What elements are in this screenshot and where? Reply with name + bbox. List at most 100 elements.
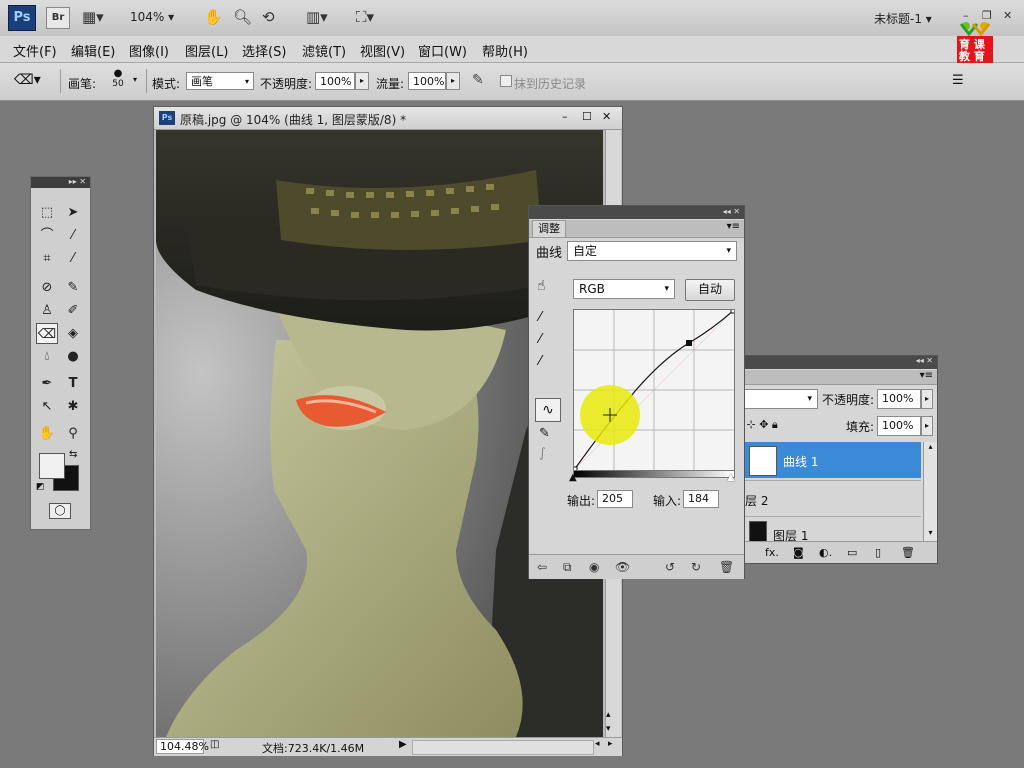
paint-bucket-tool-icon[interactable]: ◈	[62, 323, 84, 344]
flow-field[interactable]: 100%	[408, 72, 446, 90]
return-to-list-icon[interactable]: ⇦	[537, 560, 547, 574]
add-mask-icon[interactable]: ◙	[793, 542, 804, 563]
menu-filter[interactable]: 滤镜(T)	[302, 41, 346, 60]
zoom-tool-icon[interactable]: 🔍︎	[233, 0, 252, 34]
fill-slider-button[interactable]: ▸	[921, 416, 933, 436]
expanded-view-icon[interactable]: ⧉	[563, 560, 572, 575]
brush-tool-icon[interactable]: ✎	[62, 277, 84, 298]
delete-layer-icon[interactable]: 🗑︎	[901, 542, 915, 563]
bridge-button[interactable]: Br	[46, 7, 70, 29]
eyedropper-tool-icon[interactable]: ⁄	[62, 248, 84, 269]
menu-edit[interactable]: 编辑(E)	[71, 41, 115, 60]
menu-view[interactable]: 视图(V)	[360, 41, 405, 60]
smooth-curve-icon[interactable]: ∫	[539, 446, 546, 461]
tab-adjustments[interactable]: 调整	[532, 220, 566, 237]
gray-point-eyedropper-icon[interactable]: ⁄	[539, 332, 541, 347]
status-menu-arrow[interactable]: ▶	[399, 739, 407, 750]
hand-tool-icon[interactable]: ✋	[36, 423, 58, 444]
crop-tool-icon[interactable]: ⌗	[36, 248, 58, 269]
history-brush-tool-icon[interactable]: ✐	[62, 300, 84, 321]
white-point-eyedropper-icon[interactable]: ⁄	[539, 354, 541, 369]
status-zoom-field[interactable]: 104.48%	[156, 739, 209, 754]
new-adjustment-icon[interactable]: ◐.	[819, 542, 832, 563]
path-selection-tool-icon[interactable]: ↖	[36, 396, 58, 417]
layer-style-icon[interactable]: fx.	[765, 542, 779, 563]
doc-maximize-button[interactable]: ☐	[582, 110, 592, 123]
menu-help[interactable]: 帮助(H)	[482, 41, 528, 60]
curves-graph[interactable]	[572, 308, 736, 472]
tools-panel-header[interactable]: ▸▸ ✕	[31, 177, 90, 188]
brush-dropdown-arrow[interactable]: ▾	[133, 75, 137, 84]
adjustments-panel-header[interactable]: ◂◂ ✕	[529, 206, 744, 219]
flow-slider-button[interactable]: ▸	[446, 72, 460, 90]
layers-panel-header[interactable]: ◂◂ ✕	[743, 356, 937, 369]
type-tool-icon[interactable]: T	[62, 373, 84, 394]
fill-field[interactable]: 100%	[877, 416, 921, 436]
eraser-tool-icon[interactable]: ⌫	[36, 323, 58, 344]
curve-point-mode-icon[interactable]: ∿	[535, 398, 561, 422]
reset-icon[interactable]: ↻	[691, 560, 701, 574]
magic-wand-tool-icon[interactable]: ⁄	[62, 225, 84, 246]
lasso-tool-icon[interactable]: ⌒	[36, 225, 58, 246]
doc-minimize-button[interactable]: –	[562, 110, 568, 123]
scroll-right-arrow[interactable]: ▸	[608, 739, 613, 749]
menu-layer[interactable]: 图层(L)	[185, 41, 228, 60]
close-button[interactable]: ✕	[1003, 9, 1012, 22]
screen-layout-icon[interactable]: ⛶▾	[356, 0, 374, 34]
input-field[interactable]: 184	[683, 490, 719, 508]
pencil-mode-icon[interactable]: ✎	[539, 426, 550, 441]
curves-graph-svg[interactable]	[572, 308, 736, 472]
airbrush-icon[interactable]: ✎	[472, 72, 484, 88]
scroll-left-arrow[interactable]: ◂	[595, 739, 600, 749]
menu-select[interactable]: 选择(S)	[242, 41, 286, 60]
delete-adjustment-icon[interactable]: 🗑︎	[719, 560, 734, 574]
panel-menu-icon[interactable]: ☰	[952, 73, 964, 88]
output-field[interactable]: 205	[597, 490, 633, 508]
zoom-level[interactable]: 104% ▾	[130, 10, 174, 24]
layer-opacity-slider-button[interactable]: ▸	[921, 389, 933, 409]
black-point-eyedropper-icon[interactable]: ⁄	[539, 310, 541, 325]
white-slider[interactable]: ▲	[727, 472, 735, 483]
doc-close-button[interactable]: ✕	[602, 110, 611, 123]
eraser-preset-icon[interactable]: ⌫▾	[14, 72, 41, 88]
arrange-documents-icon[interactable]: ▥▾	[306, 0, 328, 34]
layers-scrollbar[interactable]: ▴ ▾	[923, 442, 937, 542]
scroll-up-arrow[interactable]: ▴	[606, 710, 611, 720]
zoom-tool-icon[interactable]: ⚲	[62, 423, 84, 444]
menu-image[interactable]: 图像(I)	[129, 41, 169, 60]
new-group-icon[interactable]: ▭	[847, 542, 857, 563]
visibility-eye-icon[interactable]: 👁︎	[615, 560, 630, 574]
black-slider[interactable]: ▲	[569, 472, 577, 483]
scroll-down-arrow[interactable]: ▾	[606, 724, 611, 734]
healing-brush-tool-icon[interactable]: ⊘	[36, 277, 58, 298]
menu-window[interactable]: 窗口(W)	[418, 41, 467, 60]
default-colors-icon[interactable]: ◩	[36, 482, 45, 492]
rotate-view-icon[interactable]: ⟲	[262, 0, 275, 34]
document-title-bar[interactable]: Ps 原稿.jpg @ 104% (曲线 1, 图层蒙版/8) * – ☐ ✕	[154, 107, 622, 130]
opacity-field[interactable]: 100%	[315, 72, 355, 90]
erase-to-history-checkbox[interactable]	[500, 75, 512, 87]
opacity-slider-button[interactable]: ▸	[355, 72, 369, 90]
swap-colors-icon[interactable]: ⇆	[69, 449, 77, 460]
blend-mode-select[interactable]: ▾	[743, 389, 818, 409]
hand-tool-icon[interactable]: ✋	[204, 0, 223, 34]
layer-row[interactable]: 图层 1	[743, 516, 921, 543]
marquee-tool-icon[interactable]: ⬚	[36, 202, 58, 223]
dodge-tool-icon[interactable]: ●	[62, 346, 84, 367]
auto-button[interactable]: 自动	[685, 279, 735, 301]
layer-row[interactable]: 曲线 1	[743, 442, 921, 478]
menu-file[interactable]: 文件(F)	[13, 41, 57, 60]
channel-select[interactable]: RGB ▾	[573, 279, 675, 299]
layers-tab-strip[interactable]: ▾≡	[743, 370, 937, 385]
brush-preset-picker[interactable]: ● 50	[110, 69, 126, 90]
pen-tool-icon[interactable]: ✒	[36, 373, 58, 394]
window-title[interactable]: 未标题-1 ▾	[874, 10, 932, 27]
move-tool-icon[interactable]: ➤	[62, 202, 84, 223]
screen-mode-icon[interactable]: ▦▾	[82, 0, 104, 34]
document-horizontal-scrollbar[interactable]	[412, 740, 594, 755]
layer-opacity-field[interactable]: 100%	[877, 389, 921, 409]
clip-to-layer-icon[interactable]: ◉	[589, 560, 599, 574]
blur-tool-icon[interactable]: 💧︎	[36, 346, 58, 367]
foreground-color-swatch-front[interactable]	[39, 453, 65, 479]
new-layer-icon[interactable]: ▯	[875, 542, 881, 563]
